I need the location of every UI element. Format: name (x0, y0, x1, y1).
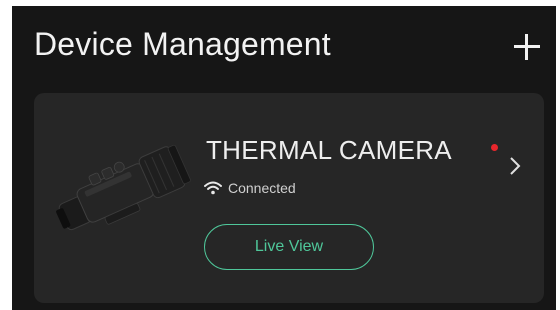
device-name: THERMAL CAMERA (206, 135, 452, 165)
add-device-button[interactable] (512, 32, 542, 62)
status-text: Connected (228, 180, 296, 196)
thermal-scope-image (56, 144, 191, 231)
wifi-icon (204, 181, 222, 195)
alert-dot (491, 144, 498, 151)
page-title: Device Management (34, 26, 331, 62)
device-management-screen: Device Management THERMAL CAMERA Connect… (12, 6, 556, 310)
header: Device Management (12, 6, 556, 90)
live-view-button[interactable]: Live View (204, 224, 374, 270)
device-card[interactable]: THERMAL CAMERA Connected Live View (34, 93, 544, 303)
chevron-right-icon[interactable] (508, 155, 522, 177)
connection-status: Connected (204, 178, 296, 198)
